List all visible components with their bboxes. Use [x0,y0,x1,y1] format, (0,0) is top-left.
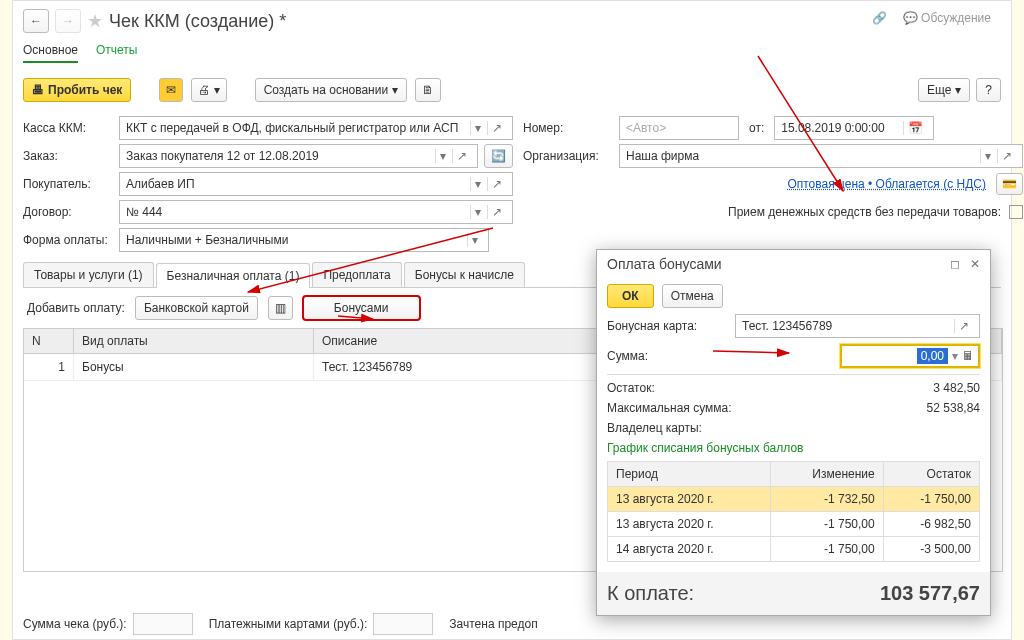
svg-line-2 [338,316,373,319]
svg-line-0 [758,56,843,191]
svg-line-1 [248,228,493,292]
svg-line-3 [713,351,789,353]
